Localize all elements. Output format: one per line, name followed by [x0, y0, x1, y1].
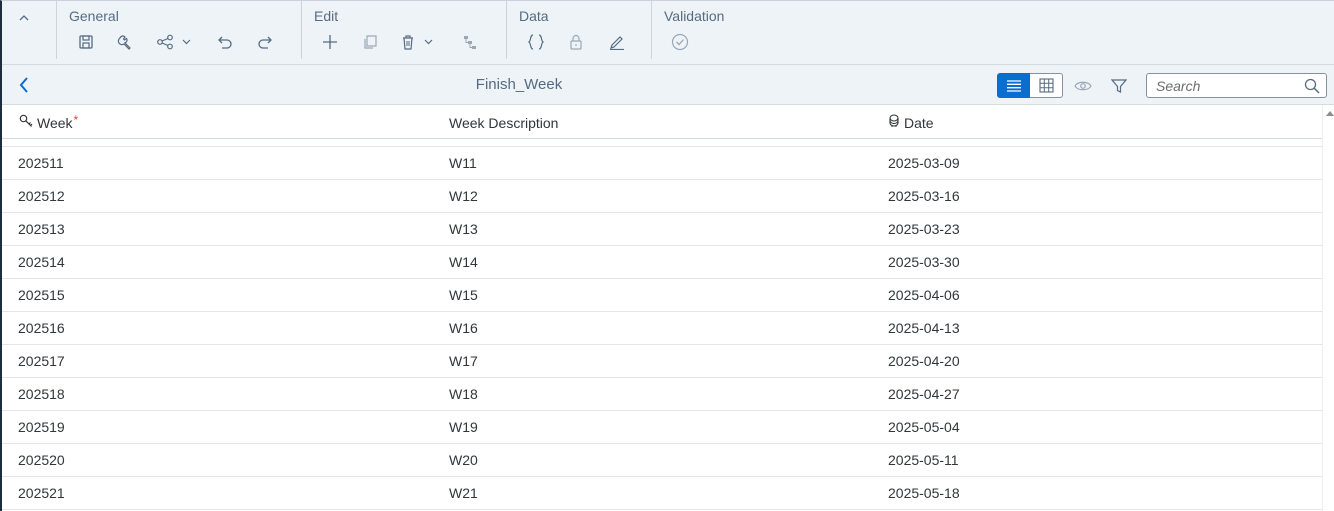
- check-circle-icon[interactable]: [668, 31, 692, 53]
- wrench-icon[interactable]: [113, 31, 137, 53]
- table-row[interactable]: 202517 W17 2025-04-20: [2, 345, 1322, 378]
- lock-icon[interactable]: [564, 31, 588, 53]
- cell-week[interactable]: 202517: [18, 353, 65, 369]
- redo-icon[interactable]: [253, 31, 277, 53]
- page-title: Finish_Week: [475, 76, 563, 93]
- table-row[interactable]: 202514 W14 2025-03-30: [2, 246, 1322, 279]
- cell-date[interactable]: 2025-04-27: [888, 386, 960, 402]
- table-header: Week * Week Description Date: [2, 105, 1322, 139]
- add-icon[interactable]: [318, 31, 342, 53]
- view-toggle: [997, 73, 1063, 98]
- undo-icon[interactable]: [213, 31, 237, 53]
- toolbar: General Edit Data Validation: [2, 1, 1334, 65]
- cell-week[interactable]: 202511: [18, 155, 64, 171]
- table-row[interactable]: 202519 W19 2025-05-04: [2, 411, 1322, 444]
- list-view-icon[interactable]: [997, 73, 1030, 98]
- cell-week-description[interactable]: W15: [449, 287, 478, 303]
- pen-icon[interactable]: [605, 31, 629, 53]
- table-row[interactable]: 202518 W18 2025-04-27: [2, 378, 1322, 411]
- cell-week-description[interactable]: W19: [449, 419, 478, 435]
- search-field[interactable]: [1146, 73, 1327, 98]
- cell-week-description[interactable]: W17: [449, 353, 478, 369]
- filter-icon[interactable]: [1108, 75, 1130, 97]
- cell-date[interactable]: 2025-03-30: [888, 254, 960, 270]
- column-header-date[interactable]: Date: [888, 114, 934, 131]
- chevron-up-icon[interactable]: [14, 9, 34, 27]
- group-label-data: Data: [519, 8, 549, 24]
- group-label-edit: Edit: [314, 8, 339, 24]
- toolbar-group-validation: Validation: [651, 1, 751, 59]
- cell-date[interactable]: 2025-04-20: [888, 353, 960, 369]
- cell-week[interactable]: 202516: [18, 320, 65, 336]
- cell-week-description[interactable]: W16: [449, 320, 478, 336]
- cell-date[interactable]: 2025-05-18: [888, 485, 960, 501]
- column-header-week-description[interactable]: Week Description: [449, 115, 558, 131]
- table-row[interactable]: 202521 W21 2025-05-18: [2, 477, 1322, 510]
- group-label-validation: Validation: [664, 8, 725, 24]
- cell-week[interactable]: 202515: [18, 287, 65, 303]
- save-icon[interactable]: [74, 31, 98, 53]
- cell-week[interactable]: 202521: [18, 485, 65, 501]
- cell-week[interactable]: 202514: [18, 254, 65, 270]
- table-row[interactable]: 202515 W15 2025-04-06: [2, 279, 1322, 312]
- table-body: 202511 W11 2025-03-09 202512 W12 2025-03-16 …: [2, 147, 1322, 510]
- eye-icon[interactable]: [1072, 75, 1094, 97]
- cell-week-description[interactable]: W18: [449, 386, 478, 402]
- cell-date[interactable]: 2025-05-11: [888, 452, 959, 468]
- grid-view-icon[interactable]: [1030, 73, 1063, 98]
- cell-week-description[interactable]: W20: [449, 452, 478, 468]
- share-icon[interactable]: [155, 31, 195, 53]
- column-label-week: Week: [37, 114, 73, 131]
- search-icon[interactable]: [1304, 78, 1320, 94]
- toolbar-group-edit: Edit: [301, 1, 507, 59]
- cell-week[interactable]: 202520: [18, 452, 65, 468]
- curly-braces-icon[interactable]: [524, 31, 548, 53]
- cell-week[interactable]: 202512: [18, 188, 65, 204]
- stamp-icon: [888, 114, 904, 131]
- group-label-general: General: [69, 8, 119, 24]
- cell-date[interactable]: 2025-04-06: [888, 287, 960, 303]
- hierarchy-icon[interactable]: [458, 31, 482, 53]
- cell-week-description[interactable]: W21: [449, 485, 478, 501]
- cell-week[interactable]: 202518: [18, 386, 65, 402]
- key-icon: [19, 114, 37, 131]
- table-row[interactable]: 202512 W12 2025-03-16: [2, 180, 1322, 213]
- copy-icon[interactable]: [358, 31, 382, 53]
- cell-date[interactable]: 2025-03-16: [888, 188, 960, 204]
- toolbar-group-general: General: [56, 1, 302, 59]
- delete-icon[interactable]: [399, 31, 439, 53]
- vertical-scrollbar[interactable]: [1322, 105, 1334, 511]
- column-header-week[interactable]: Week *: [19, 112, 79, 131]
- cell-week-description[interactable]: W12: [449, 188, 478, 204]
- column-label-week-description: Week Description: [449, 115, 559, 131]
- back-arrow-icon[interactable]: [14, 75, 34, 95]
- title-bar: Finish_Week: [2, 65, 1334, 105]
- scroll-up-arrow-icon[interactable]: [1326, 111, 1334, 116]
- search-input[interactable]: [1147, 74, 1297, 97]
- table-row[interactable]: 202511 W11 2025-03-09: [2, 147, 1322, 180]
- cell-week[interactable]: 202519: [18, 419, 65, 435]
- cell-week-description[interactable]: W13: [449, 221, 478, 237]
- cell-date[interactable]: 2025-03-23: [888, 221, 960, 237]
- cell-week-description[interactable]: W14: [449, 254, 478, 270]
- cell-date[interactable]: 2025-03-09: [888, 155, 960, 171]
- cell-date[interactable]: 2025-05-04: [888, 419, 960, 435]
- table-row[interactable]: 202520 W20 2025-05-11: [2, 444, 1322, 477]
- column-label-date: Date: [904, 114, 934, 131]
- cell-week[interactable]: 202513: [18, 221, 65, 237]
- cell-date[interactable]: 2025-04-13: [888, 320, 960, 336]
- table-row-spacer: [2, 140, 1322, 147]
- required-marker: *: [73, 112, 79, 127]
- toolbar-group-data: Data: [506, 1, 652, 59]
- table-row[interactable]: 202516 W16 2025-04-13: [2, 312, 1322, 345]
- table-row[interactable]: 202513 W13 2025-03-23: [2, 213, 1322, 246]
- app-window: General Edit Data Validation Finish_Week…: [0, 0, 1334, 511]
- cell-week-description[interactable]: W11: [449, 155, 477, 171]
